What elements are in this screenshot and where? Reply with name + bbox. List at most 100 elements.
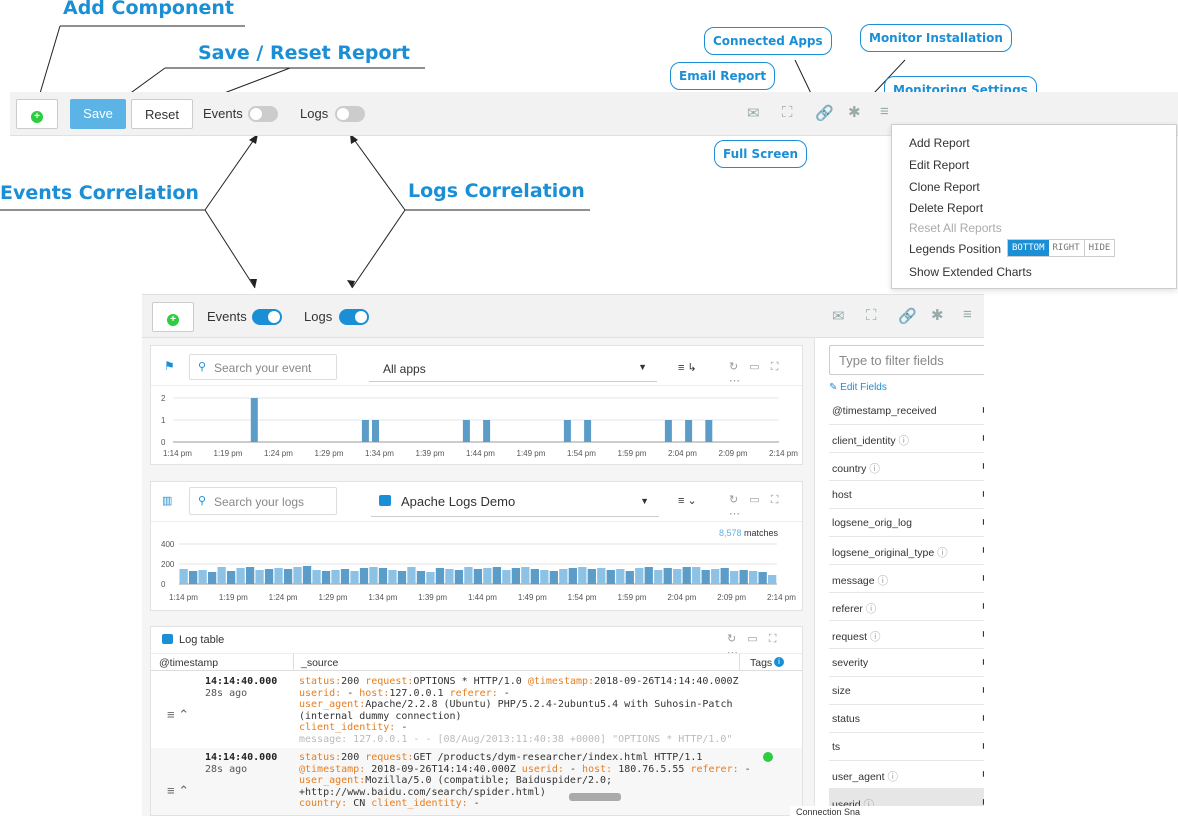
- logs-toggle-on[interactable]: [339, 309, 369, 325]
- menu-delete-report[interactable]: Delete Report: [909, 201, 983, 215]
- column-tags[interactable]: Tags: [750, 657, 772, 669]
- report-toolbar: + Events Logs ✉ ⛶ 🔗 ✱ ≡: [142, 294, 984, 338]
- field-item[interactable]: logsene_original_type ⓘ ▶: [829, 537, 984, 565]
- log-table-title: Log table: [179, 634, 225, 646]
- log-bar: [635, 568, 644, 584]
- event-search-input[interactable]: ⚲ Search your event: [189, 354, 337, 380]
- field-item[interactable]: user_agent ⓘ ▶: [829, 761, 984, 789]
- log-bar: [340, 569, 350, 584]
- add-component-button[interactable]: +: [16, 99, 58, 129]
- log-bar: [673, 569, 682, 584]
- menu-edit-report[interactable]: Edit Report: [909, 158, 969, 172]
- field-item[interactable]: client_identity ⓘ ▶: [829, 425, 984, 453]
- events-toggle[interactable]: [248, 106, 278, 122]
- log-bar: [768, 575, 777, 584]
- log-bar: [245, 567, 255, 584]
- log-bar: [473, 569, 483, 584]
- caret-down-icon: ▼: [638, 362, 647, 372]
- x-tick-label: 1:24 pm: [269, 593, 298, 602]
- field-name: logsene_orig_log: [832, 517, 912, 529]
- search-icon: ⚲: [198, 361, 207, 373]
- field-item[interactable]: country ⓘ ▶: [829, 453, 984, 481]
- field-item[interactable]: logsene_orig_log ▶: [829, 509, 984, 537]
- log-bar: [359, 568, 369, 584]
- menu-reset-all-reports[interactable]: Reset All Reports: [909, 221, 1002, 235]
- list-chevron-icon[interactable]: ≡ ⌄: [678, 494, 697, 507]
- puzzle-icon[interactable]: ✱: [848, 103, 861, 121]
- log-bar: [207, 572, 217, 584]
- field-name: host: [832, 489, 852, 501]
- field-item[interactable]: size ▶: [829, 677, 984, 705]
- log-bar: [663, 568, 672, 584]
- fullscreen-icon[interactable]: ⛶: [866, 307, 877, 324]
- x-tick-label: 2:09 pm: [719, 449, 748, 458]
- field-item[interactable]: request ⓘ ▶: [829, 621, 984, 649]
- field-item[interactable]: ts ▶: [829, 733, 984, 761]
- y-tick-label: 2: [161, 394, 166, 403]
- log-bar: [416, 571, 426, 584]
- field-item[interactable]: message ⓘ ▶: [829, 565, 984, 593]
- panel-actions-icons[interactable]: ↻ ▭ ⛶ ⋯: [729, 493, 802, 520]
- event-bar: [250, 398, 258, 442]
- legend-bottom-option[interactable]: BOTTOM: [1008, 240, 1049, 256]
- add-component-button-2[interactable]: +: [152, 302, 194, 332]
- row-menu-icon[interactable]: ≡ ⌃: [167, 783, 189, 799]
- field-name: request: [832, 631, 868, 643]
- menu-legends-position: Legends Position: [909, 242, 1002, 256]
- log-bar: [264, 569, 274, 584]
- matches-number: 8,578: [718, 528, 742, 538]
- legend-right-option[interactable]: RIGHT: [1049, 240, 1085, 256]
- table-row[interactable]: 14:14:40.000 28s ago ≡ ⌃ status:200 requ…: [151, 672, 802, 747]
- legend-hide-option[interactable]: HIDE: [1085, 240, 1115, 256]
- save-button[interactable]: Save: [70, 99, 126, 129]
- field-item[interactable]: referer ⓘ ▶: [829, 593, 984, 621]
- menu-show-extended-charts[interactable]: Show Extended Charts: [909, 265, 1032, 279]
- menu-icon[interactable]: ≡: [880, 103, 889, 120]
- y-tick-label: 0: [161, 580, 166, 589]
- list-icon[interactable]: ≡ ↳: [678, 361, 697, 374]
- menu-icon[interactable]: ≡: [963, 306, 972, 323]
- log-bar: [179, 569, 188, 584]
- chevron-right-icon: ▶: [983, 713, 984, 722]
- settings-menu: Add Report Edit Report Clone Report Dele…: [891, 124, 1177, 289]
- field-item[interactable]: severity ▶: [829, 649, 984, 677]
- field-item[interactable]: status ▶: [829, 705, 984, 733]
- email-icon[interactable]: ✉: [747, 104, 760, 122]
- edit-fields-link[interactable]: ✎ Edit Fields: [829, 382, 887, 393]
- events-toggle-on[interactable]: [252, 309, 282, 325]
- log-bar: [492, 567, 502, 584]
- field-item[interactable]: host ▶: [829, 481, 984, 509]
- panel-actions-icons[interactable]: ↻ ▭ ⛶ ⋯: [729, 360, 802, 387]
- x-tick-label: 1:19 pm: [214, 449, 243, 458]
- callout-monitor-installation: Monitor Installation: [860, 24, 1012, 52]
- fullscreen-icon[interactable]: ⛶: [782, 104, 793, 121]
- logs-toggle[interactable]: [335, 106, 365, 122]
- y-tick-label: 400: [161, 540, 175, 549]
- row-menu-icon[interactable]: ≡ ⌃: [167, 707, 189, 723]
- table-row[interactable]: 14:14:40.000 28s ago ≡ ⌃ status:200 requ…: [151, 748, 802, 815]
- log-bar: [321, 571, 331, 584]
- link-icon[interactable]: 🔗: [815, 104, 834, 122]
- menu-clone-report[interactable]: Clone Report: [909, 180, 980, 194]
- field-filter-input[interactable]: Type to filter fields: [829, 345, 984, 375]
- puzzle-icon[interactable]: ✱: [931, 306, 944, 324]
- chevron-right-icon: ▶: [983, 405, 984, 414]
- apps-select[interactable]: All apps ▼: [369, 354, 657, 382]
- column-timestamp[interactable]: @timestamp: [159, 657, 218, 669]
- log-app-select[interactable]: Apache Logs Demo ▼: [371, 487, 659, 517]
- x-tick-label: 1:29 pm: [315, 449, 344, 458]
- field-name: status: [832, 713, 861, 725]
- log-bar: [407, 567, 416, 584]
- reset-button[interactable]: Reset: [131, 99, 193, 129]
- x-tick-label: 1:44 pm: [468, 593, 497, 602]
- column-source[interactable]: _source: [301, 657, 338, 669]
- scroll-handle[interactable]: [569, 793, 621, 801]
- chevron-right-icon: ▶: [983, 573, 984, 582]
- menu-add-report[interactable]: Add Report: [909, 136, 970, 150]
- email-icon[interactable]: ✉: [832, 307, 845, 325]
- log-bar: [483, 568, 492, 584]
- link-icon[interactable]: 🔗: [898, 307, 917, 325]
- logs-search-input[interactable]: ⚲ Search your logs: [189, 487, 337, 515]
- log-bar: [236, 568, 245, 584]
- field-item[interactable]: @timestamp_received ▶: [829, 397, 984, 425]
